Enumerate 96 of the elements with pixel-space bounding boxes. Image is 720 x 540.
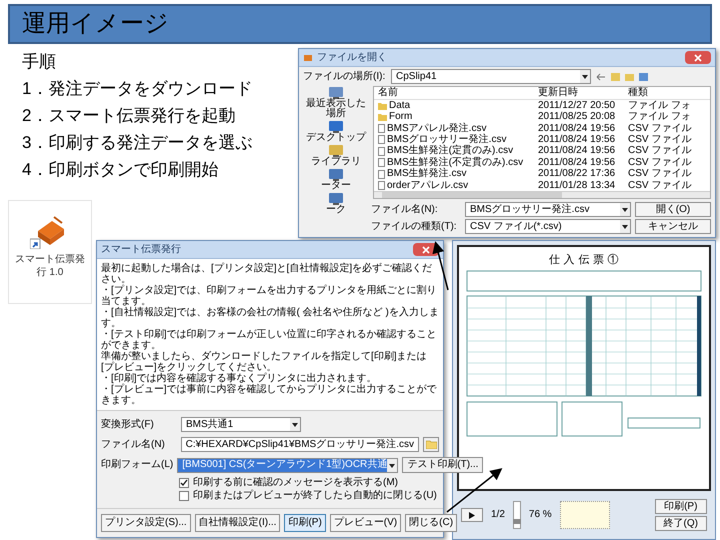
file-name[interactable]: BMSアパレル発注.csv	[387, 124, 486, 134]
toolbar-icons-drawing[interactable]	[595, 70, 651, 82]
checkbox-label: 印刷する前に確認のメッセージを表示する(M)	[193, 478, 398, 488]
modified-date: 2011/08/24 19:56	[538, 124, 616, 134]
file-name[interactable]: BMS生鮮発注(不定貫のみ).csv	[387, 158, 524, 168]
file-type: CSV ファイル	[628, 169, 692, 180]
place-icon	[328, 120, 344, 133]
steps-heading: 手順	[22, 51, 56, 73]
instruction-text: ・[プレビュー]では事前に内容を確認してからプリンタに出力することができます。	[101, 384, 438, 406]
place-icon	[328, 168, 344, 181]
app-shortcut-tile[interactable]: スマート伝票発行 1.0	[8, 200, 92, 304]
column-header[interactable]: 名前	[378, 87, 538, 99]
file-name-field[interactable]: BMSグロッサリー発注.csv	[465, 202, 631, 217]
place-item[interactable]: ライブラリ	[311, 157, 361, 167]
modified-date: 2011/12/27 20:50	[538, 100, 616, 111]
place-item[interactable]: 最近表示した場所	[303, 99, 369, 119]
file-name[interactable]: orderアパレル.csv	[387, 180, 468, 191]
field-label: ファイル名(N)	[101, 440, 166, 450]
play-button[interactable]	[461, 508, 483, 522]
place-item[interactable]: デスクトップ	[306, 133, 366, 143]
file-type: ファイル フォ	[628, 100, 692, 111]
modified-date: 2011/08/25 20:08	[538, 112, 616, 122]
memo-area	[560, 501, 610, 529]
app-shortcut-label: スマート伝票発行 1.0	[14, 253, 86, 279]
close-icon	[422, 246, 430, 254]
file-name[interactable]: BMS生鮮発注(定貫のみ).csv	[387, 146, 514, 156]
instruction-text: ・[印刷]では内容を確認する事なくプリンタに出力されます。	[101, 373, 377, 384]
zoom-level: 76 %	[528, 510, 552, 520]
instruction-text: 最初に起動した場合は、[プリンタ設定]と[自社情報設定]を必ずご確認ください。	[101, 263, 434, 285]
file-type-dropdown[interactable]: CSV ファイル(*.csv)	[465, 219, 631, 234]
place-item[interactable]: ーク	[326, 205, 346, 215]
file-name[interactable]: Form	[389, 112, 412, 122]
file-name[interactable]: BMSグロッサリー発注.csv	[387, 134, 506, 145]
format-dropdown[interactable]: BMS共通1	[181, 417, 301, 432]
modified-date: 2011/08/22 17:36	[538, 169, 616, 180]
file-name[interactable]: Data	[389, 100, 410, 111]
file-type: ファイル フォ	[628, 112, 692, 122]
modified-date: 2011/01/28 13:34	[538, 180, 616, 191]
instruction-text: ・[プリンタ設定]では、印刷フォームを出力するプリンタを用紙ごとに割り当てます。	[101, 285, 438, 307]
step-text: 1．発注データをダウンロード	[22, 78, 252, 100]
field-label: ファイルの場所(I):	[303, 72, 386, 82]
browse-button[interactable]	[423, 437, 439, 452]
checkbox[interactable]	[179, 478, 189, 488]
form-dropdown[interactable]: [BMS001] CS(ターンアラウンド1型)OCR共通	[177, 458, 398, 472]
open-button[interactable]: 開く(O)	[635, 202, 711, 217]
zoom-slider-thumb[interactable]	[512, 518, 521, 524]
cancel-button[interactable]: キャンセル	[635, 219, 711, 234]
file-type: CSV ファイル	[628, 158, 692, 168]
file-type: CSV ファイル	[628, 124, 692, 134]
modified-date: 2011/08/24 19:56	[538, 134, 616, 145]
field-label: ファイルの種類(T):	[371, 222, 458, 232]
document-title: 仕 入 伝 票 ①	[549, 255, 619, 266]
app-icon	[303, 52, 313, 62]
checkbox-label: 印刷またはプレビューが終了したら自動的に閉じる(U)	[193, 491, 437, 501]
horizontal-scrollbar[interactable]	[374, 191, 710, 198]
file-type: CSV ファイル	[628, 134, 692, 145]
checkmark-icon	[180, 479, 188, 487]
column-header[interactable]: 種類	[628, 87, 706, 99]
column-header[interactable]: 更新日時	[538, 87, 628, 99]
file-path-field[interactable]: C:¥HEXARD¥CpSlip41¥BMSグロッサリー発注.csv	[180, 437, 419, 452]
modified-date: 2011/08/24 19:56	[538, 146, 616, 156]
dialog-button[interactable]: 印刷(P)	[284, 514, 326, 532]
field-label: ファイル名(N):	[371, 204, 439, 214]
file-type: CSV ファイル	[628, 180, 692, 191]
place-icon	[328, 144, 344, 157]
step-text: 3．印刷する発注データを選ぶ	[22, 132, 252, 154]
file-name[interactable]: BMS生鮮発注.csv	[387, 169, 466, 180]
instruction-text: ・[テスト印刷]では印刷フォームが正しい位置に印字されるか確認することができます。	[101, 329, 438, 351]
modified-date: 2011/08/24 19:56	[538, 158, 616, 168]
test-print-button[interactable]: テスト印刷(T)...	[402, 457, 484, 473]
folder-icon	[426, 440, 436, 449]
window-title: スマート伝票発行	[101, 244, 181, 254]
file-type: CSV ファイル	[628, 146, 692, 156]
instruction-text: 準備が整いましたら、ダウンロードしたファイルを指定して[印刷]または[プレビュー]をクリックしてください。	[101, 351, 428, 373]
window-title: ファイルを開く	[317, 52, 387, 62]
place-item[interactable]: ーター	[321, 181, 351, 191]
step-text: 2．スマート伝票発行を起動	[22, 105, 236, 127]
field-label: 変換形式(F)	[101, 420, 155, 430]
location-dropdown[interactable]: CpSlip41	[391, 69, 591, 84]
dialog-button[interactable]: プレビュー(V)	[330, 514, 402, 532]
dialog-button[interactable]: 自社情報設定(I)...	[194, 514, 280, 532]
field-label: 印刷フォーム(L)	[101, 460, 174, 470]
preview-button[interactable]: 終了(Q)	[654, 516, 707, 531]
play-icon	[469, 512, 475, 518]
place-icon	[328, 86, 344, 99]
preview-button[interactable]: 印刷(P)	[654, 499, 707, 514]
dialog-button[interactable]: プリンタ設定(S)...	[101, 514, 191, 532]
dialog-button[interactable]: 閉じる(C)	[405, 514, 458, 532]
step-text: 4．印刷ボタンで印刷開始	[22, 159, 218, 181]
place-icon	[328, 192, 344, 205]
close-icon	[694, 54, 702, 62]
instruction-text: ・[自社情報設定]では、お客様の会社の情報( 会社名や住所など )を入力します。	[101, 307, 439, 329]
checkbox[interactable]	[179, 491, 189, 501]
page-number: 1/2	[491, 510, 505, 520]
slide-title: 運用イメージ	[22, 12, 169, 36]
arrow	[432, 241, 449, 290]
